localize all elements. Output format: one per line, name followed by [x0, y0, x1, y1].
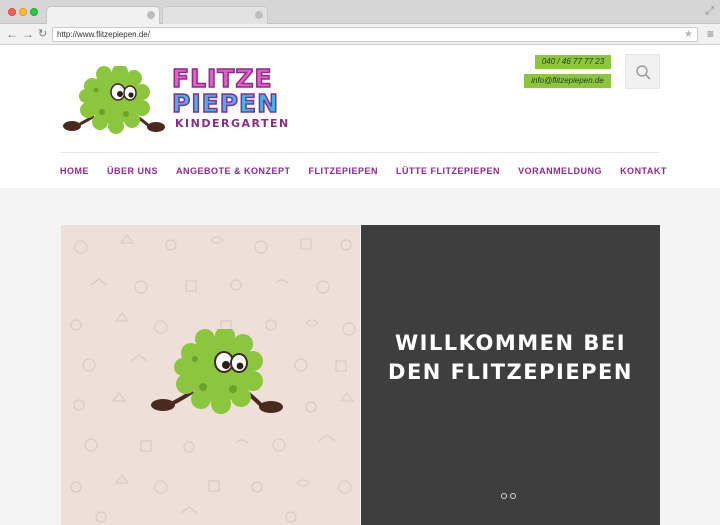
- nav-item-flitzepiepen[interactable]: FLITZEPIEPEN: [309, 164, 379, 178]
- hamburger-menu-icon[interactable]: ≡: [707, 26, 714, 42]
- reload-icon[interactable]: ↻: [38, 26, 47, 42]
- nav-item-luette-flitzepiepen[interactable]: LÜTTE FLITZEPIEPEN: [396, 164, 500, 178]
- browser-toolbar: ← → ↻ http://www.flitzepiepen.de/ ★ ≡: [0, 24, 720, 45]
- main-navigation: HOME ÜBER UNS ANGEBOTE & KONZEPT FLITZEP…: [60, 164, 685, 178]
- url-text: http://www.flitzepiepen.de/: [57, 30, 150, 39]
- browser-titlebar: ⤢: [0, 0, 720, 24]
- webpage: FLITZE PIEPEN KINDERGARTEN 040 / 46 77 7…: [0, 46, 720, 525]
- minimize-window-button[interactable]: [19, 8, 27, 16]
- search-button[interactable]: [625, 54, 660, 89]
- nav-item-angebote-konzept[interactable]: ANGEBOTE & KONZEPT: [176, 164, 291, 178]
- slider-pagination: [501, 493, 516, 499]
- logo-line-piepen: PIEPEN: [171, 89, 280, 118]
- resize-icon[interactable]: ⤢: [705, 5, 714, 18]
- email-link[interactable]: info@flitzepiepen.de: [524, 74, 611, 88]
- site-logo[interactable]: FLITZE PIEPEN KINDERGARTEN: [62, 65, 302, 138]
- mascot-illustration: [151, 329, 283, 414]
- back-arrow-icon[interactable]: ←: [6, 26, 18, 42]
- search-icon: [636, 65, 651, 80]
- hero-image: [61, 225, 360, 525]
- nav-item-home[interactable]: HOME: [60, 164, 89, 178]
- address-bar[interactable]: http://www.flitzepiepen.de/ ★: [52, 27, 698, 42]
- header-divider: [60, 152, 660, 153]
- forward-arrow-icon[interactable]: →: [22, 26, 34, 42]
- mascot-icon: [63, 66, 165, 134]
- phone-link[interactable]: 040 / 46 77 77 23: [535, 55, 611, 69]
- maximize-window-button[interactable]: [30, 8, 38, 16]
- hero-text-panel: WILLKOMMEN BEI DEN FLITZEPIEPEN: [361, 225, 660, 525]
- logo-line-kindergarten: KINDERGARTEN: [175, 117, 290, 130]
- close-window-button[interactable]: [8, 8, 16, 16]
- browser-tab-active[interactable]: [46, 6, 160, 24]
- nav-item-kontakt[interactable]: KONTAKT: [620, 164, 667, 178]
- site-header: FLITZE PIEPEN KINDERGARTEN 040 / 46 77 7…: [0, 46, 720, 188]
- tab-close-icon[interactable]: [147, 11, 155, 19]
- nav-item-ueber-uns[interactable]: ÜBER UNS: [107, 164, 158, 178]
- hero-title-line1: WILLKOMMEN BEI: [394, 331, 627, 355]
- hero-title: WILLKOMMEN BEI DEN FLITZEPIEPEN: [361, 329, 660, 387]
- nav-item-voranmeldung[interactable]: VORANMELDUNG: [518, 164, 602, 178]
- hero-title-line2: DEN FLITZEPIEPEN: [388, 360, 633, 384]
- browser-tab-new[interactable]: [162, 6, 268, 24]
- slider-dot-1[interactable]: [501, 493, 507, 499]
- slider-dot-2[interactable]: [510, 493, 516, 499]
- star-icon[interactable]: ★: [684, 28, 693, 41]
- tab-close-icon[interactable]: [255, 11, 263, 19]
